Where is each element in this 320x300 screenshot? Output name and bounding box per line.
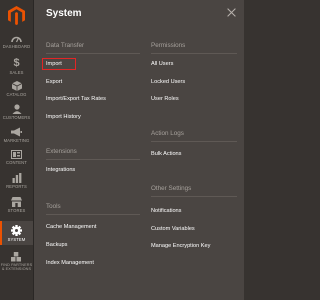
link-user-roles[interactable]: User Roles [151,96,179,102]
heading-tools: Tools [46,203,61,210]
panel-title: System [46,8,82,19]
nav-reports-label: Reports [6,184,27,189]
link-all-users[interactable]: All Users [151,61,173,67]
magento-logo-icon[interactable] [8,6,25,25]
link-index-management[interactable]: Index Management [46,260,94,266]
nav-find-partners[interactable]: Find Partners & Extensions [0,252,33,282]
nav-find-partners-label: Find Partners & Extensions [0,263,33,272]
store-icon [11,197,22,207]
heading-permissions: Permissions [151,42,186,49]
nav-reports[interactable]: Reports [0,173,33,191]
nav-system-label: System [7,237,26,242]
heading-data-transfer: Data Transfer [46,42,85,49]
dollar-icon: $ [13,57,20,69]
nav-content-label: Content [6,160,27,165]
speedometer-icon [11,36,22,43]
link-bulk-actions[interactable]: Bulk Actions [151,151,181,157]
link-locked-users[interactable]: Locked Users [151,79,185,85]
heading-other-settings: Other Settings [151,185,192,192]
link-notifications[interactable]: Notifications [151,208,181,214]
nav-marketing[interactable]: Marketing [0,127,33,145]
nav-content[interactable]: Content [0,150,33,168]
nav-sales-label: Sales [9,70,24,75]
nav-dashboard[interactable]: Dashboard [0,34,33,52]
link-custom-variables[interactable]: Custom Variables [151,226,195,232]
divider [46,159,140,160]
admin-sidebar: Dashboard $ Sales Catalog Customers Mark… [0,0,34,300]
gear-icon [11,225,22,236]
nav-customers[interactable]: Customers [0,104,33,122]
link-export[interactable]: Export [46,79,62,85]
nav-system[interactable]: System [0,221,33,245]
link-import-export-tax-rates[interactable]: Import/Export Tax Rates [46,96,106,102]
nav-stores-label: Stores [7,208,26,213]
close-icon[interactable] [227,8,236,17]
divider [151,141,237,142]
link-integrations[interactable]: Integrations [46,167,75,173]
link-cache-management[interactable]: Cache Management [46,224,96,230]
divider [151,53,237,54]
nav-catalog-label: Catalog [6,92,27,97]
partners-cubes-icon [10,252,21,262]
nav-customers-label: Customers [2,115,31,120]
nav-sales[interactable]: $ Sales [0,58,33,76]
link-backups[interactable]: Backups [46,242,67,248]
divider [151,196,237,197]
link-manage-encryption-key[interactable]: Manage Encryption Key [151,243,210,249]
heading-action-logs: Action Logs [151,130,184,137]
content-layout-icon [11,150,22,159]
link-import[interactable]: Import [46,61,62,67]
megaphone-icon [11,127,22,137]
nav-marketing-label: Marketing [3,138,30,143]
nav-catalog[interactable]: Catalog [0,81,33,99]
system-menu-panel: System Data Transfer Import Export Impor… [34,0,244,300]
cube-icon [11,81,22,91]
heading-extensions: Extensions [46,148,77,155]
link-import-history[interactable]: Import History [46,114,81,120]
nav-stores[interactable]: Stores [0,197,33,215]
divider [46,214,140,215]
person-icon [12,104,21,114]
nav-dashboard-label: Dashboard [2,44,31,49]
divider [46,53,140,54]
bar-chart-icon [12,173,21,183]
